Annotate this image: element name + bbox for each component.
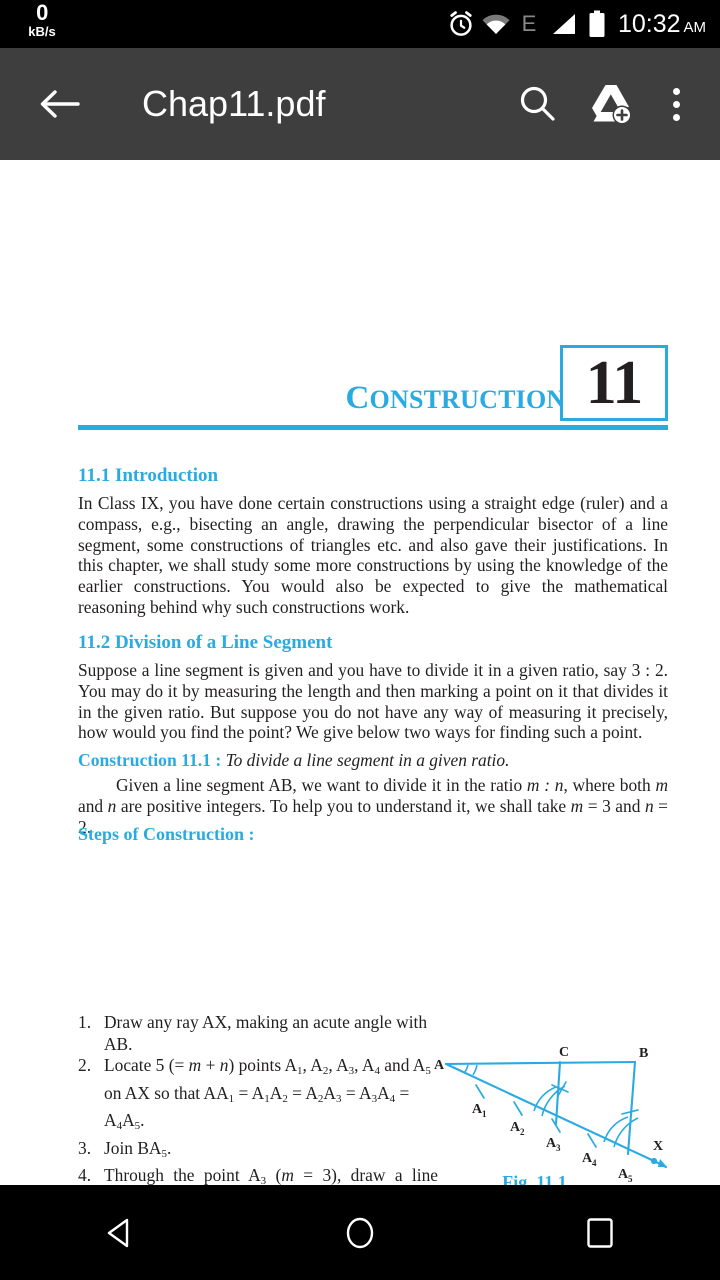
search-icon bbox=[520, 86, 555, 121]
svg-text:2: 2 bbox=[520, 1127, 525, 1137]
signal-icon bbox=[544, 0, 582, 48]
status-bar-icons: E 10:32 AM bbox=[444, 0, 712, 48]
add-to-drive-icon bbox=[592, 85, 632, 125]
nav-home-icon bbox=[346, 1217, 374, 1248]
steps-heading: Steps of Construction : bbox=[78, 824, 255, 844]
alarm-icon bbox=[444, 0, 478, 48]
construction-intro-4: are positive integers. To help you to un… bbox=[116, 795, 571, 816]
svg-text:4: 4 bbox=[592, 1158, 597, 1168]
chapter-header: CONSTRUCTIONS 11 bbox=[78, 345, 668, 423]
list-item: 2. Locate 5 (= m + n) points A1, A2, A3,… bbox=[78, 1055, 438, 1138]
figure-label-A3: A3 bbox=[546, 1136, 561, 1153]
list-item: 3. Join BA5. bbox=[78, 1138, 438, 1166]
chapter-title-rest: ONSTRUCTIONS bbox=[369, 385, 580, 414]
figure-label-X: X bbox=[653, 1139, 663, 1154]
chapter-number: 11 bbox=[585, 349, 644, 417]
chapter-title: CONSTRUCTIONS bbox=[346, 380, 581, 417]
phone-screen: 0 kB/s E 10:32 AM Chap11.pdf CONSTRUCTIO… bbox=[0, 0, 720, 1280]
step-text: Draw any ray AX, making an acute angle w… bbox=[104, 1012, 428, 1054]
figure-11-1: A C B X A1 A2 A3 A4 A5 Fig. 11.1 bbox=[432, 1044, 672, 1185]
status-bar: 0 kB/s E 10:32 AM bbox=[0, 0, 720, 48]
wifi-icon bbox=[478, 0, 514, 48]
nav-recents-icon bbox=[587, 1217, 613, 1248]
figure-label-B: B bbox=[639, 1046, 648, 1061]
section-body-11-2: Suppose a line segment is given and you … bbox=[78, 660, 668, 743]
app-bar: Chap11.pdf bbox=[0, 48, 720, 160]
system-navigation-bar bbox=[0, 1185, 720, 1280]
network-speed-unit: kB/s bbox=[28, 24, 56, 39]
app-bar-actions bbox=[500, 48, 704, 160]
figure-caption: Fig. 11.1 bbox=[502, 1172, 567, 1185]
construction-intro-n-eq: n bbox=[644, 795, 654, 816]
chapter-title-initial: C bbox=[345, 380, 370, 416]
network-e-icon: E bbox=[521, 11, 537, 36]
svg-text:3: 3 bbox=[556, 1143, 561, 1153]
search-button[interactable] bbox=[500, 48, 574, 160]
nav-home-button[interactable] bbox=[300, 1185, 420, 1280]
construction-title-line: Construction 11.1 : To divide a line seg… bbox=[78, 750, 668, 771]
chapter-number-box: 11 bbox=[560, 345, 668, 421]
figure-label-C: C bbox=[559, 1045, 569, 1060]
add-to-drive-button[interactable] bbox=[574, 48, 648, 160]
battery-icon bbox=[582, 0, 612, 48]
chapter-rule bbox=[78, 425, 668, 430]
list-item: 4. Through the point A3 (m = 3), draw a … bbox=[78, 1165, 438, 1185]
page-title: Chap11.pdf bbox=[142, 83, 326, 124]
construction-intro-3: and bbox=[78, 795, 108, 816]
construction-intro-5: = 3 and bbox=[583, 795, 645, 816]
pdf-page-view[interactable]: CONSTRUCTIONS 11 11.1 Introduction In Cl… bbox=[0, 160, 720, 1185]
more-options-icon bbox=[672, 87, 680, 95]
nav-back-button[interactable] bbox=[60, 1185, 180, 1280]
status-bar-clock: 10:32 AM bbox=[612, 10, 712, 39]
figure-label-A1: A1 bbox=[472, 1102, 487, 1119]
construction-intro-mn: m : n bbox=[526, 775, 564, 795]
step-text: Through the point A3 (m = 3), draw a lin… bbox=[104, 1165, 439, 1185]
figure-label-A2: A2 bbox=[510, 1120, 525, 1137]
construction-title: To divide a line segment in a given rati… bbox=[225, 750, 510, 770]
network-speed-indicator: 0 kB/s bbox=[14, 0, 70, 39]
construction-label: Construction 11.1 : bbox=[78, 750, 222, 770]
step-number: 4. bbox=[78, 1165, 92, 1185]
nav-back-icon bbox=[107, 1218, 129, 1247]
section-heading-11-2: 11.2 Division of a Line Segment bbox=[78, 632, 333, 653]
clock-meridiem: AM bbox=[683, 18, 707, 36]
construction-intro-m-eq: m bbox=[570, 795, 584, 816]
construction-intro-2: , where both bbox=[563, 775, 656, 795]
construction-intro-m: m bbox=[655, 775, 668, 795]
nav-recents-button[interactable] bbox=[540, 1185, 660, 1280]
section-heading-11-1: 11.1 Introduction bbox=[78, 465, 219, 486]
steps-list: 1. Draw any ray AX, making an acute angl… bbox=[78, 1012, 438, 1185]
back-button[interactable] bbox=[28, 48, 90, 160]
figure-label-A: A bbox=[434, 1058, 445, 1073]
back-arrow-icon bbox=[40, 90, 80, 118]
step-number: 2. bbox=[78, 1055, 92, 1075]
list-item: 1. Draw any ray AX, making an acute angl… bbox=[78, 1012, 438, 1055]
clock-time: 10:32 bbox=[617, 9, 681, 38]
section-body-11-1: In Class IX, you have done certain const… bbox=[78, 493, 668, 617]
svg-text:1: 1 bbox=[482, 1109, 487, 1119]
step-number: 1. bbox=[78, 1012, 92, 1032]
step-text: Locate 5 (= m + n) points A1, A2, A3, A4… bbox=[104, 1055, 431, 1132]
network-speed-value: 0 bbox=[36, 0, 48, 25]
construction-intro-1: Given a line segment AB, we want to divi… bbox=[116, 775, 527, 795]
construction-diagram: A C B X A1 A2 A3 A4 A5 bbox=[434, 1045, 668, 1184]
step-number: 3. bbox=[78, 1137, 92, 1158]
step-text: Join BA5. bbox=[104, 1137, 172, 1160]
more-options-button[interactable] bbox=[648, 48, 704, 160]
figure-label-A4: A4 bbox=[582, 1151, 597, 1168]
